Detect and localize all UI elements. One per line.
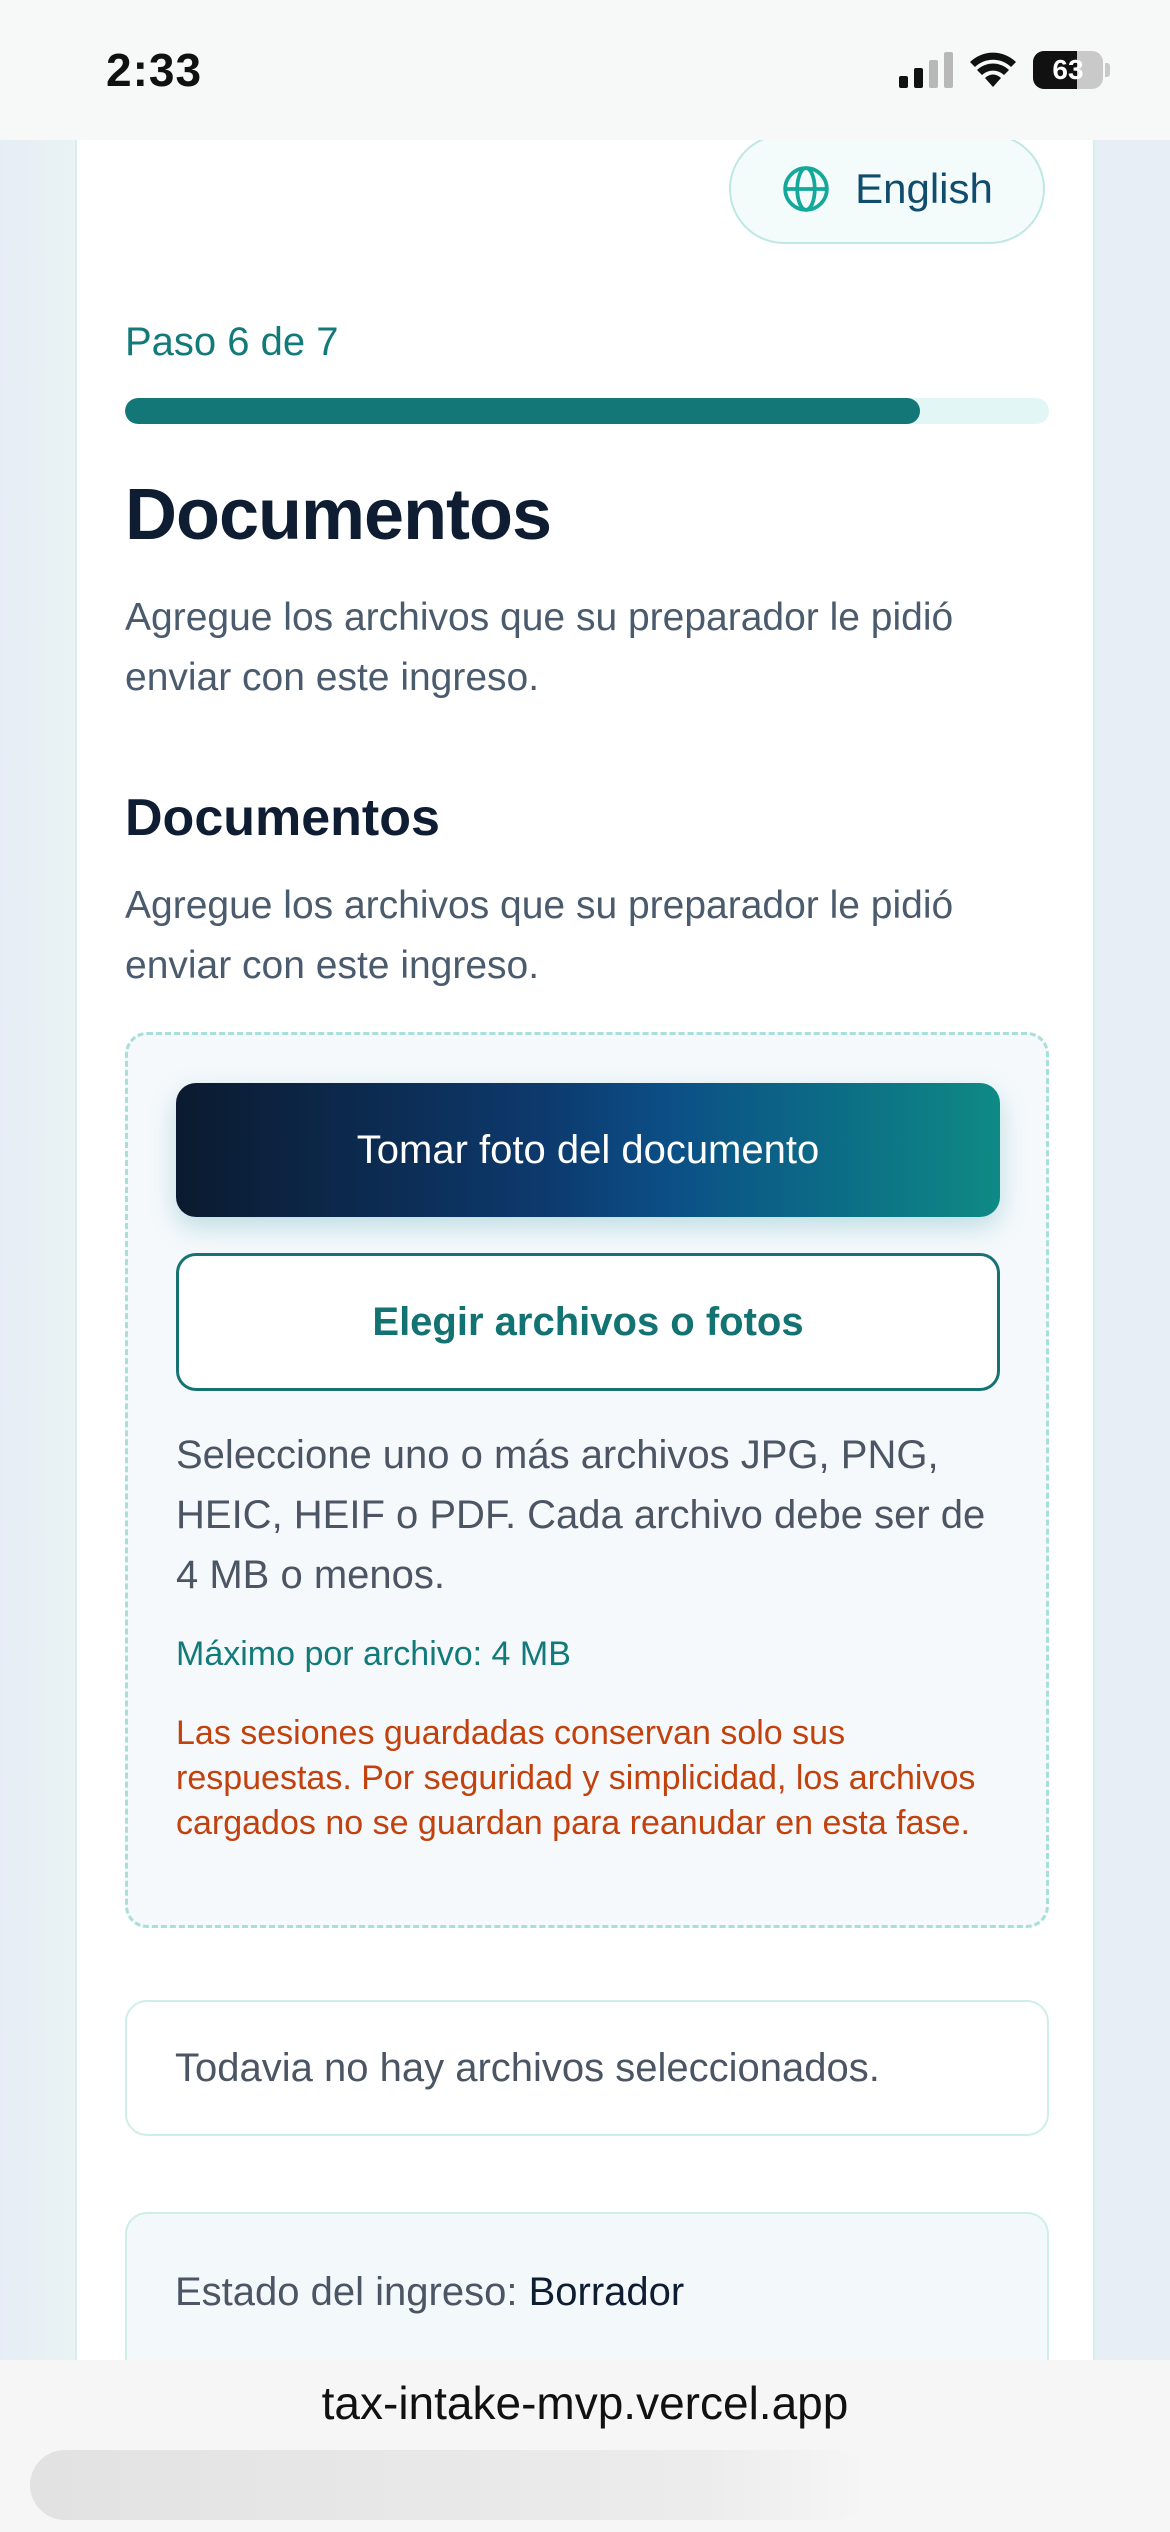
upload-drop-zone[interactable]: Tomar foto del documento Elegir archivos… bbox=[125, 1032, 1049, 1928]
progress-fill bbox=[125, 398, 920, 424]
empty-files-message: Todavia no hay archivos seleccionados. bbox=[175, 2045, 880, 2090]
intake-status-label: Estado del ingreso: bbox=[175, 2270, 518, 2314]
battery-level: 63 bbox=[1052, 54, 1084, 85]
section-title: Documentos bbox=[125, 789, 440, 847]
page-background bbox=[0, 140, 75, 2360]
language-button[interactable]: English bbox=[729, 134, 1045, 244]
status-icons: 63 bbox=[899, 51, 1110, 89]
upload-help-text: Seleccione uno o más archivos JPG, PNG, … bbox=[176, 1433, 986, 1597]
max-file-size: Máximo por archivo: 4 MB bbox=[176, 1635, 571, 1673]
browser-toolbar bbox=[30, 2450, 870, 2520]
status-time: 2:33 bbox=[106, 44, 203, 96]
page: English Paso 6 de 7 Documentos Agregue l… bbox=[0, 134, 1170, 2472]
intake-status: Estado del ingreso: Borrador bbox=[175, 2270, 684, 2315]
intake-card: English Paso 6 de 7 Documentos Agregue l… bbox=[75, 134, 1095, 2472]
cellular-signal-icon bbox=[899, 52, 953, 88]
globe-icon bbox=[783, 166, 829, 212]
section-description: Agregue los archivos que su preparador l… bbox=[125, 884, 954, 987]
selected-files-list: Todavia no hay archivos seleccionados. bbox=[125, 2000, 1049, 2136]
wifi-icon bbox=[970, 52, 1016, 87]
language-button-label: English bbox=[855, 165, 993, 212]
page-description: Agregue los archivos que su preparador l… bbox=[125, 596, 954, 699]
status-bar: 2:33 63 bbox=[0, 0, 1170, 140]
take-photo-button[interactable]: Tomar foto del documento bbox=[176, 1083, 1000, 1217]
battery-icon: 63 bbox=[1033, 51, 1103, 89]
intake-status-value: Borrador bbox=[528, 2270, 685, 2314]
step-indicator: Paso 6 de 7 bbox=[125, 320, 339, 364]
session-warning: Las sesiones guardadas conservan solo su… bbox=[176, 1714, 976, 1842]
battery-tip bbox=[1105, 63, 1110, 77]
browser-bar: tax-intake-mvp.vercel.app bbox=[0, 2360, 1170, 2532]
page-title: Documentos bbox=[125, 475, 552, 555]
url-bar[interactable]: tax-intake-mvp.vercel.app bbox=[0, 2376, 1170, 2430]
progress-bar bbox=[125, 398, 1049, 424]
choose-files-button[interactable]: Elegir archivos o fotos bbox=[176, 1253, 1000, 1391]
